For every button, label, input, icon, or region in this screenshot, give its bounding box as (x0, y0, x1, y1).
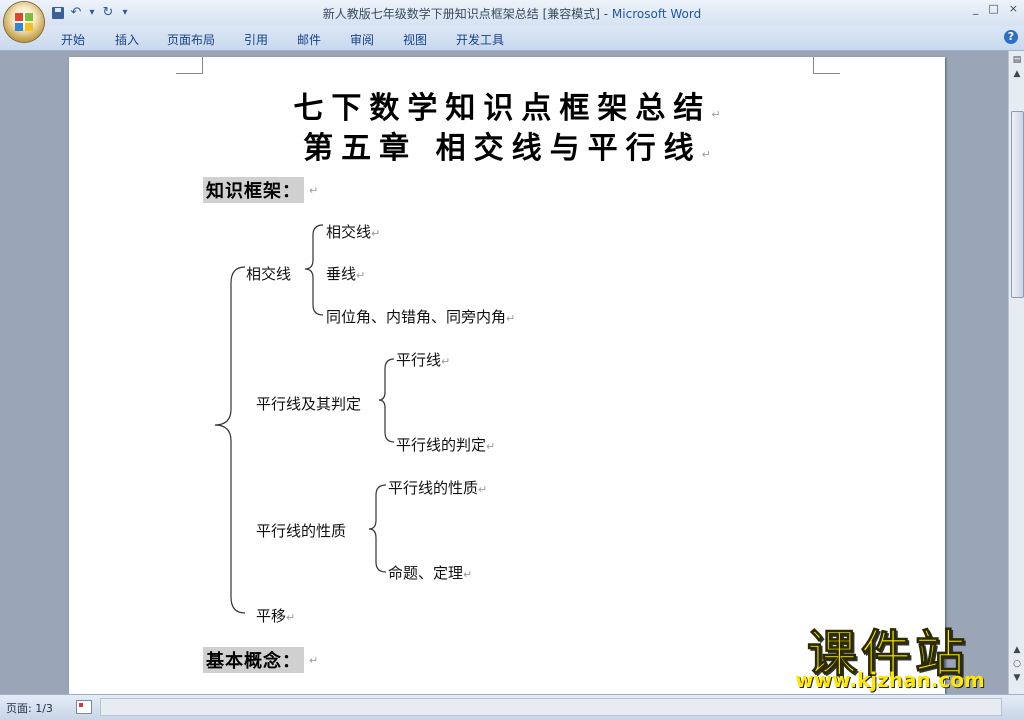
tab-mailings[interactable]: 邮件 (297, 31, 321, 48)
tab-developer[interactable]: 开发工具 (456, 31, 504, 48)
node-parallel-property-sub: 平行线的性质↵ (388, 477, 487, 498)
language-icon[interactable] (76, 700, 92, 714)
tab-view[interactable]: 视图 (403, 31, 427, 48)
node-angles: 同位角、内错角、同旁内角↵ (326, 306, 515, 327)
paragraph-mark: ↵ (478, 483, 488, 496)
app-name: Microsoft Word (611, 7, 702, 21)
node-intersecting-lines: 相交线 (246, 263, 291, 284)
node-label: 平行线的性质 (256, 522, 347, 540)
document-workspace: 七下数学知识点框架总结↵ 第五章 相交线与平行线↵ 知识框架： ↵ 相交线 平行… (0, 51, 1008, 697)
browse-object-icon[interactable]: ○ (1010, 657, 1024, 671)
node-parallel-judgment: 平行线及其判定 (256, 393, 361, 414)
node-label: 相交线 (246, 265, 292, 283)
prev-page-icon[interactable]: ▲ (1010, 643, 1024, 657)
maximize-button[interactable]: □ (988, 2, 998, 15)
window-title: 新人教版七年级数学下册知识点框架总结 [兼容模式] - Microsoft Wo… (0, 5, 1024, 22)
document-page[interactable]: 七下数学知识点框架总结↵ 第五章 相交线与平行线↵ 知识框架： ↵ 相交线 平行… (69, 57, 945, 697)
watermark-url: www.kjzhan.com (795, 668, 985, 692)
ruler-toggle-icon[interactable]: ▤ (1010, 53, 1024, 67)
node-label: 平行线及其判定 (256, 395, 362, 413)
status-bar: 页面: 1/3 (0, 694, 1024, 719)
office-logo-icon (15, 13, 33, 31)
horizontal-scrollbar[interactable] (100, 698, 1002, 716)
node-label: 平行线的性质 (388, 479, 479, 497)
node-label: 平行线的判定 (396, 436, 487, 454)
watermark: 课件站 www.kjzhan.com (770, 614, 1010, 694)
paragraph-mark: ↵ (286, 611, 296, 624)
node-label: 平移 (256, 607, 287, 625)
paragraph-mark: ↵ (486, 440, 496, 453)
paragraph-mark: ↵ (463, 568, 473, 581)
node-label: 垂线 (326, 265, 357, 283)
paragraph-mark: ↵ (441, 355, 451, 368)
node-parallel-lines: 平行线↵ (396, 349, 450, 370)
brace-parallel-judgment (378, 358, 395, 443)
tab-home[interactable]: 开始 (61, 31, 85, 48)
tab-review[interactable]: 审阅 (350, 31, 374, 48)
node-parallel-judgment-sub: 平行线的判定↵ (396, 434, 495, 455)
vertical-scrollbar[interactable]: ▤ ▲ ▲ ○ ▼ (1008, 51, 1024, 694)
node-label: 相交线 (326, 223, 372, 241)
document-name: 新人教版七年级数学下册知识点框架总结 [兼容模式] - (322, 7, 612, 21)
close-button[interactable]: × (1009, 2, 1018, 15)
node-perpendicular: 垂线↵ (326, 263, 365, 284)
title-bar: ↶ ▾ ↻ ▾ 新人教版七年级数学下册知识点框架总结 [兼容模式] - Micr… (0, 0, 1024, 27)
paragraph-mark: ↵ (371, 227, 381, 240)
office-button[interactable] (4, 2, 44, 42)
node-label: 命题、定理 (388, 564, 464, 582)
tab-references[interactable]: 引用 (244, 31, 268, 48)
node-parallel-property: 平行线的性质 (256, 520, 346, 541)
paragraph-mark: ↵ (506, 312, 516, 325)
node-label: 平行线 (396, 351, 442, 369)
node-translation: 平移↵ (256, 605, 295, 626)
page-count[interactable]: 页面: 1/3 (6, 700, 53, 716)
window-controls: _ □ × (973, 2, 1018, 15)
brace-intersecting (304, 224, 324, 316)
tab-page-layout[interactable]: 页面布局 (167, 31, 215, 48)
node-propositions-theorems: 命题、定理↵ (388, 562, 472, 583)
scroll-thumb[interactable] (1011, 111, 1024, 298)
node-intersecting-lines-sub: 相交线↵ (326, 221, 380, 242)
paragraph-mark: ↵ (356, 269, 366, 282)
brace-parallel-property (368, 484, 387, 573)
tree-braces (214, 224, 395, 614)
help-icon[interactable]: ? (1004, 30, 1018, 44)
section-basic-concepts: 基本概念： (203, 647, 304, 673)
root-brace (214, 266, 246, 614)
minimize-button[interactable]: _ (973, 2, 979, 15)
ribbon-tabs: 开始 插入 页面布局 引用 邮件 审阅 视图 开发工具 ? (0, 26, 1024, 51)
next-page-icon[interactable]: ▼ (1010, 671, 1024, 685)
paragraph-mark: ↵ (309, 654, 319, 667)
node-label: 同位角、内错角、同旁内角 (326, 308, 507, 326)
scroll-up-icon[interactable]: ▲ (1010, 67, 1024, 81)
tab-insert[interactable]: 插入 (115, 31, 139, 48)
